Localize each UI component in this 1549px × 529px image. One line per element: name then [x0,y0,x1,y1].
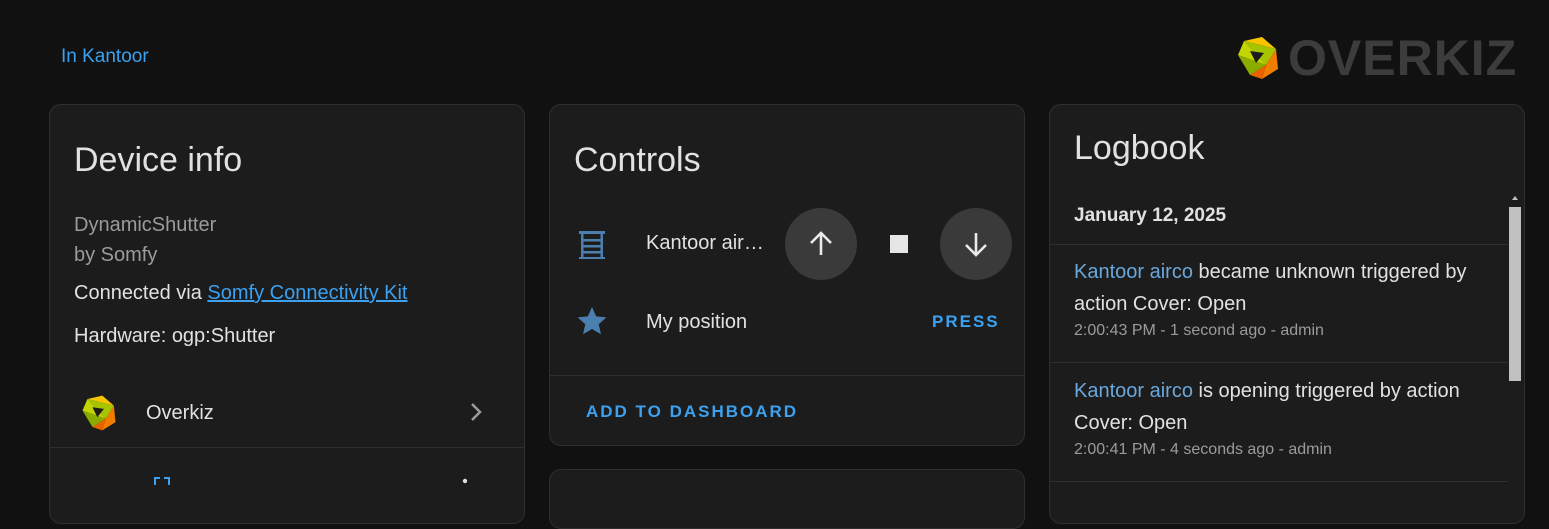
scrollbar-thumb[interactable] [1509,207,1521,381]
star-icon [577,307,607,335]
cover-name: Kantoor air… [646,232,764,254]
controls-title: Controls [574,141,701,179]
cover-open-button[interactable] [785,208,857,280]
area-link[interactable]: In Kantoor [61,46,149,68]
arrow-up-icon [810,231,832,255]
divider [1050,481,1508,482]
logbook-date: January 12, 2025 [1074,205,1227,226]
integration-label: Overkiz [146,402,214,424]
divider [1050,362,1508,363]
device-hardware: Hardware: ogp:Shutter [74,325,276,347]
device-connected-via: Connected via Somfy Connectivity Kit [74,282,408,305]
scroll-up-arrow[interactable] [1512,196,1518,200]
logbook-card: Logbook January 12, 2025 Kantoor airco b… [1049,104,1525,524]
integration-row[interactable]: Overkiz [50,380,524,446]
divider [1050,244,1508,245]
overkiz-logo-icon [1238,37,1278,79]
logbook-entry-message: Kantoor airco became unknown triggered b… [1074,256,1494,320]
more-vertical-icon[interactable] [460,475,470,495]
cover-close-button[interactable] [940,208,1012,280]
window-shutter-icon [579,231,605,259]
device-model-name: DynamicShutter [74,214,217,236]
logbook-entry-meta: 2:00:43 PM - 1 second ago - admin [1074,322,1324,339]
device-model: DynamicShutter by Somfy [74,210,216,270]
logbook-entity-link[interactable]: Kantoor airco [1074,261,1193,283]
my-position-row[interactable]: My position PRESS [550,285,1024,357]
arrow-down-icon [965,233,987,257]
connected-via-link[interactable]: Somfy Connectivity Kit [207,282,407,304]
device-manufacturer: by Somfy [74,244,158,266]
next-card [549,469,1025,529]
press-button[interactable]: PRESS [932,312,1000,332]
logbook-entry: Kantoor airco is opening triggered by ac… [1074,375,1494,459]
logbook-title: Logbook [1074,129,1205,167]
overkiz-logo-icon [82,395,116,431]
edit-icon[interactable] [150,475,174,495]
add-to-dashboard-button[interactable]: ADD TO DASHBOARD [586,402,798,422]
logbook-entry-meta: 2:00:41 PM - 4 seconds ago - admin [1074,441,1332,458]
cover-stop-button[interactable] [890,235,908,253]
logbook-entry: Kantoor airco became unknown triggered b… [1074,256,1494,340]
controls-card: Controls Kantoor air… My position PRESS … [549,104,1025,446]
cover-row[interactable]: Kantoor air… [550,208,1024,280]
device-info-card: Device info DynamicShutter by Somfy Conn… [49,104,525,524]
device-info-title: Device info [74,141,243,179]
divider [50,447,524,448]
divider [550,375,1024,376]
brand-name: OVERKIZ [1288,30,1518,86]
connected-via-label: Connected via [74,282,208,304]
chevron-right-icon [471,403,482,421]
logbook-entity-link[interactable]: Kantoor airco [1074,380,1193,402]
logbook-entry-message: Kantoor airco is opening triggered by ac… [1074,375,1494,439]
brand-logo: OVERKIZ [1236,33,1528,83]
my-position-name: My position [646,311,748,333]
